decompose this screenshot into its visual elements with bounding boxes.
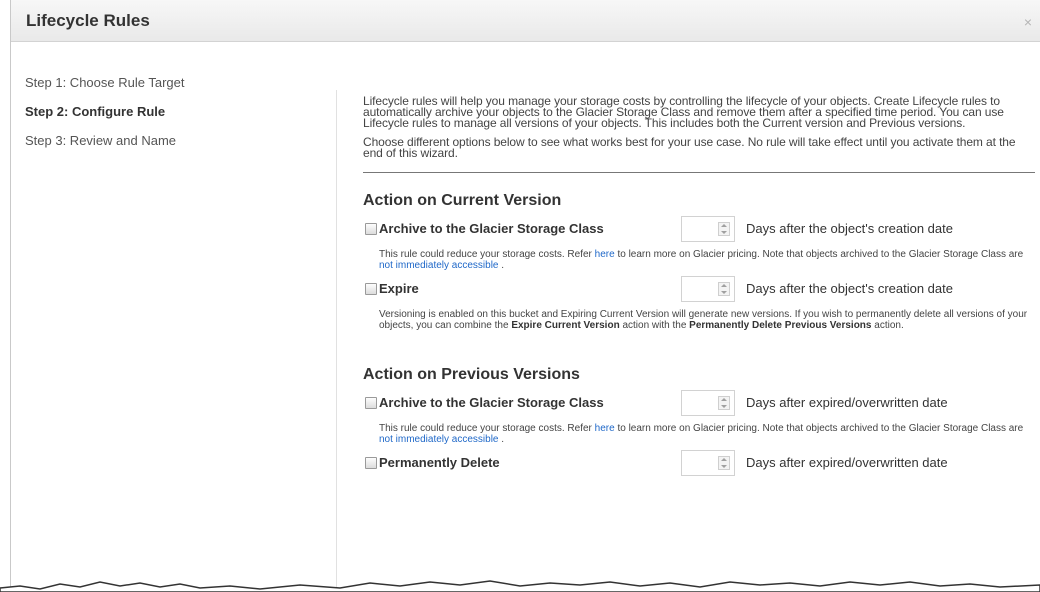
- previous-delete-days-label: Days after expired/overwritten date: [746, 455, 948, 470]
- lifecycle-rules-dialog: Lifecycle Rules × Step 1: Choose Rule Ta…: [10, 0, 1040, 592]
- spinner-icon[interactable]: [718, 396, 730, 410]
- intro-paragraph-1: Lifecycle rules will help you manage you…: [363, 94, 1004, 130]
- current-expire-days-label: Days after the object's creation date: [746, 281, 953, 296]
- previous-delete-label[interactable]: Permanently Delete: [379, 455, 500, 470]
- note-bold: Expire Current Version: [511, 320, 620, 331]
- wizard-steps: Step 1: Choose Rule Target Step 2: Confi…: [25, 75, 325, 162]
- previous-delete-row: Permanently Delete Days after expired/ov…: [363, 450, 1038, 480]
- previous-archive-days-label: Days after expired/overwritten date: [746, 395, 948, 410]
- step-review-and-name[interactable]: Step 3: Review and Name: [25, 133, 325, 162]
- dialog-header: Lifecycle Rules ×: [11, 0, 1040, 42]
- previous-archive-row: Archive to the Glacier Storage Class Day…: [363, 390, 1038, 420]
- note-text: to learn more on Glacier pricing. Note t…: [614, 249, 1024, 260]
- dialog-title: Lifecycle Rules: [26, 11, 150, 30]
- intro-text: Lifecycle rules will help you manage you…: [363, 94, 1038, 160]
- not-immediately-accessible-link[interactable]: not immediately accessible: [379, 260, 499, 271]
- previous-archive-checkbox[interactable]: [365, 397, 377, 409]
- intro-paragraph-2: Choose different options below to see wh…: [363, 135, 1016, 160]
- step-choose-rule-target[interactable]: Step 1: Choose Rule Target: [25, 75, 325, 104]
- current-version-heading: Action on Current Version: [363, 192, 562, 209]
- configure-rule-panel: Lifecycle rules will help you manage you…: [363, 94, 1038, 480]
- note-text: .: [498, 260, 505, 271]
- current-expire-checkbox[interactable]: [365, 283, 377, 295]
- previous-archive-label[interactable]: Archive to the Glacier Storage Class: [379, 395, 604, 410]
- note-text: This rule could reduce your storage cost…: [379, 423, 595, 434]
- section-separator: [363, 172, 1035, 173]
- note-text: action with the: [619, 320, 690, 331]
- close-icon[interactable]: ×: [1024, 14, 1032, 30]
- current-archive-row: Archive to the Glacier Storage Class Day…: [363, 216, 1038, 246]
- previous-archive-days-input[interactable]: [681, 390, 735, 416]
- previous-delete-checkbox[interactable]: [365, 457, 377, 469]
- previous-delete-days-input[interactable]: [681, 450, 735, 476]
- previous-archive-note: This rule could reduce your storage cost…: [379, 420, 1029, 450]
- previous-versions-heading: Action on Previous Versions: [363, 366, 580, 383]
- note-bold: Permanently Delete Previous Versions: [689, 320, 872, 331]
- note-text: action.: [871, 320, 904, 331]
- current-expire-label[interactable]: Expire: [379, 281, 419, 296]
- spinner-icon[interactable]: [718, 456, 730, 470]
- note-text: This rule could reduce your storage cost…: [379, 249, 595, 260]
- panel-divider: [336, 90, 337, 592]
- current-archive-days-input[interactable]: [681, 216, 735, 242]
- spinner-icon[interactable]: [718, 222, 730, 236]
- note-text: .: [498, 434, 505, 445]
- current-expire-note: Versioning is enabled on this bucket and…: [379, 306, 1029, 346]
- current-archive-checkbox[interactable]: [365, 223, 377, 235]
- current-archive-label[interactable]: Archive to the Glacier Storage Class: [379, 221, 604, 236]
- current-archive-days-label: Days after the object's creation date: [746, 221, 953, 236]
- current-expire-days-input[interactable]: [681, 276, 735, 302]
- current-expire-row: Expire Days after the object's creation …: [363, 276, 1038, 306]
- note-text: to learn more on Glacier pricing. Note t…: [614, 423, 1024, 434]
- not-immediately-accessible-link[interactable]: not immediately accessible: [379, 434, 499, 445]
- glacier-pricing-link[interactable]: here: [595, 423, 615, 434]
- step-configure-rule[interactable]: Step 2: Configure Rule: [25, 104, 325, 133]
- current-archive-note: This rule could reduce your storage cost…: [379, 246, 1029, 276]
- torn-edge-decoration: [0, 580, 1040, 592]
- glacier-pricing-link[interactable]: here: [595, 249, 615, 260]
- spinner-icon[interactable]: [718, 282, 730, 296]
